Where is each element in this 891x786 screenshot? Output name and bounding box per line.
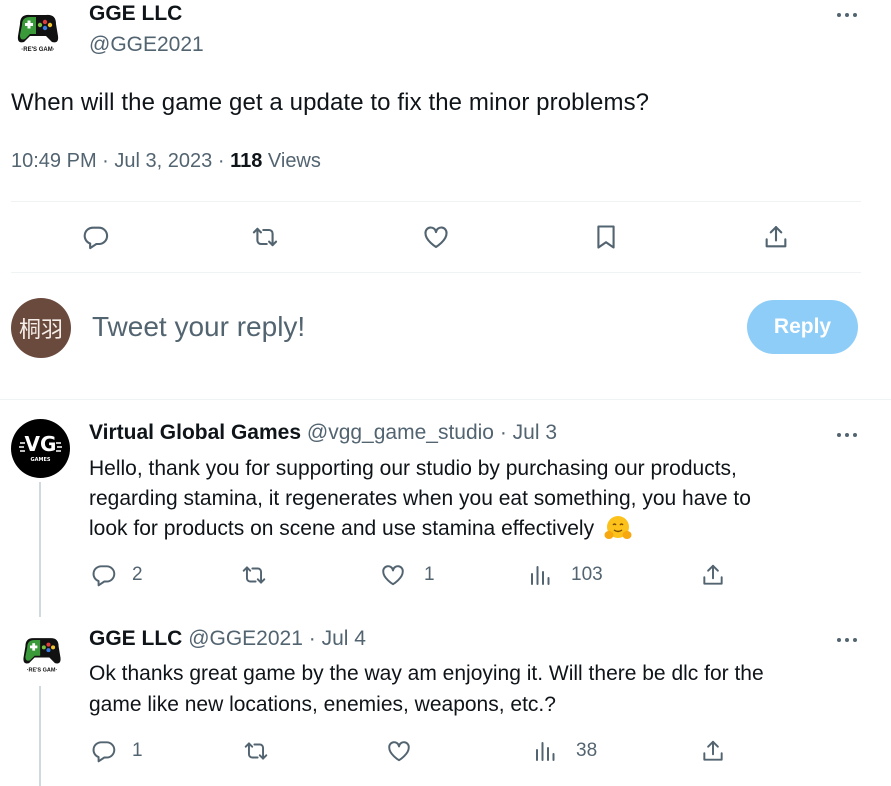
share-icon[interactable]	[762, 223, 790, 251]
reply-text-line: Hello, thank you for supporting our stud…	[89, 457, 737, 480]
hugging-face-emoji	[604, 515, 632, 541]
reply-author-name[interactable]: Virtual Global Games	[89, 421, 301, 444]
reply-text-line: look for products on scene and use stami…	[89, 517, 595, 540]
like-action[interactable]	[386, 738, 430, 764]
reply-author-handle[interactable]: @GGE2021	[188, 627, 303, 650]
author-handle[interactable]: @GGE2021	[89, 33, 204, 57]
divider	[11, 201, 861, 202]
reply-text-line-with-emoji: look for products on scene and use stami…	[89, 514, 751, 544]
svg-text:·RE'S GAM·: ·RE'S GAM·	[21, 47, 54, 53]
tweet-date[interactable]: Jul 3, 2023	[114, 150, 212, 172]
divider	[11, 272, 861, 273]
like-icon	[380, 562, 406, 588]
reply-button-label: Reply	[773, 315, 832, 338]
tweet-time[interactable]: 10:49 PM	[11, 150, 97, 172]
vgg-logo-subtext: GAMES	[31, 457, 51, 463]
tweet-meta: 10:49 PM · Jul 3, 2023 · 118 Views	[11, 150, 321, 173]
reply-placeholder: Tweet your reply!	[92, 311, 306, 342]
gge-avatar[interactable]: ·RE'S GAM·	[18, 628, 66, 676]
thread-line	[39, 482, 41, 617]
like-action[interactable]: 1	[380, 562, 435, 588]
reply-icon[interactable]	[82, 223, 110, 251]
current-user-avatar[interactable]: 桐羽	[11, 298, 71, 358]
divider	[0, 399, 891, 400]
views-count: 118	[230, 150, 263, 172]
analytics-icon	[533, 738, 557, 764]
reply-button[interactable]: Reply	[747, 300, 858, 354]
reply-text-line: Ok thanks great game by the way am enjoy…	[89, 662, 764, 685]
vgg-logo-text: VG	[25, 432, 57, 456]
reply-date[interactable]: Jul 3	[513, 421, 557, 444]
reply-count: 2	[132, 564, 143, 585]
retweet-icon	[243, 738, 269, 764]
reply-date[interactable]: Jul 4	[322, 627, 366, 650]
meta-separator: ·	[102, 150, 109, 172]
reply-header: GGE LLC @GGE2021 · Jul 4	[89, 627, 366, 651]
reply-text: Hello, thank you for supporting our stud…	[89, 454, 751, 544]
retweet-icon	[241, 562, 267, 588]
views-count: 103	[571, 564, 603, 585]
reply-header: Virtual Global Games @vgg_game_studio · …	[89, 421, 557, 445]
reply-text-line: game like new locations, enemies, weapon…	[89, 693, 556, 716]
thread-line	[39, 686, 41, 786]
views-label: Views	[267, 150, 321, 172]
reply-action[interactable]: 1	[91, 738, 143, 764]
retweet-icon[interactable]	[250, 223, 280, 251]
reply-text: Ok thanks great game by the way am enjoy…	[89, 658, 764, 720]
author-name[interactable]: GGE LLC	[89, 2, 182, 26]
share-icon[interactable]	[700, 562, 726, 588]
meta-separator: ·	[217, 150, 225, 172]
tweet-text: When will the game get a update to fix t…	[11, 89, 650, 116]
meta-separator: ·	[499, 421, 507, 444]
like-icon	[386, 738, 412, 764]
reply-author-handle[interactable]: @vgg_game_studio	[307, 421, 494, 444]
avatar-text: 桐羽	[18, 318, 63, 343]
more-options-icon[interactable]	[835, 431, 859, 439]
reply-count: 1	[132, 740, 143, 761]
views-count: 38	[576, 740, 598, 761]
vgg-avatar[interactable]: VG GAMES	[11, 419, 70, 478]
views-action[interactable]: 103	[528, 562, 603, 588]
reply-icon	[91, 738, 117, 764]
retweet-action[interactable]	[241, 562, 267, 588]
analytics-icon	[528, 562, 552, 588]
views-action[interactable]: 38	[533, 738, 597, 764]
reply-text-line: regarding stamina, it regenerates when y…	[89, 487, 751, 510]
gge-avatar[interactable]: ·RE'S GAM·	[12, 4, 64, 56]
share-icon[interactable]	[700, 738, 726, 764]
reply-action[interactable]: 2	[91, 562, 143, 588]
retweet-action[interactable]	[243, 738, 269, 764]
reply-author-name[interactable]: GGE LLC	[89, 627, 182, 650]
like-icon[interactable]	[421, 223, 451, 251]
bookmark-icon[interactable]	[592, 223, 620, 251]
more-options-icon[interactable]	[835, 636, 859, 644]
svg-text:·RE'S GAM·: ·RE'S GAM·	[27, 667, 58, 673]
reply-icon	[91, 562, 117, 588]
reply-input[interactable]: Tweet your reply!	[92, 311, 305, 343]
more-options-icon[interactable]	[835, 11, 859, 19]
meta-separator: ·	[308, 627, 316, 650]
like-count: 1	[424, 564, 435, 585]
